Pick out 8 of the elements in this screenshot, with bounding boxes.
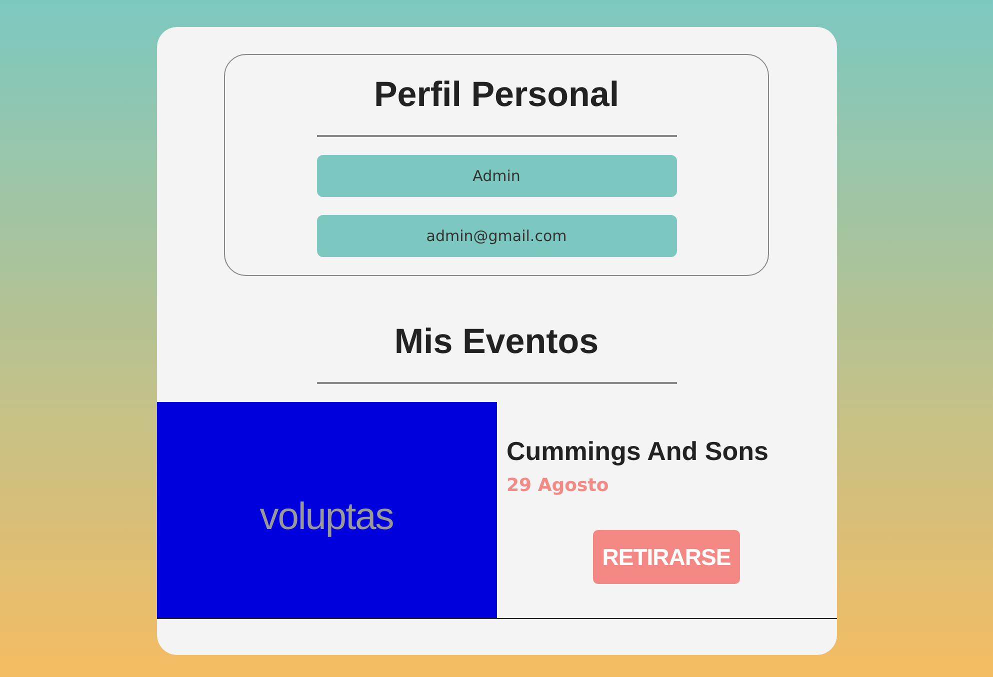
- profile-field: Admin: [316, 155, 676, 197]
- event-date: 29 Agosto: [506, 475, 610, 496]
- withdraw-button[interactable]: RETIRARSE: [593, 530, 740, 584]
- image-text: voluptas: [260, 496, 394, 538]
- section-title: Mis Eventos: [394, 321, 599, 363]
- event-name: Cummings And Sons: [506, 436, 770, 467]
- profile-field: admin@gmail.com: [316, 215, 676, 257]
- profile-title: Perfil Personal: [374, 74, 620, 116]
